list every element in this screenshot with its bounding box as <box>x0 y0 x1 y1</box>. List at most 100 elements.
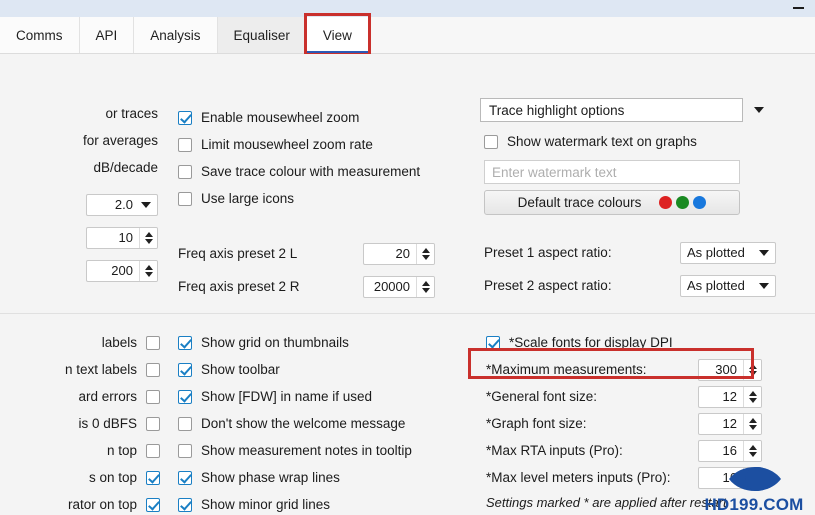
spinner-freq-axis-preset-2-r[interactable]: 20000 <box>363 275 435 298</box>
checkbox-icon-unchecked <box>146 389 160 404</box>
tab-equaliser[interactable]: Equaliser <box>217 17 307 53</box>
field-freq-axis-preset-2-l: Freq axis preset 2 L 20 <box>178 240 468 267</box>
checkbox-show-grid-on-thumbnails[interactable]: Show grid on thumbnails <box>178 329 468 356</box>
spinner-max-level-meters-inputs[interactable]: 16 <box>698 466 762 489</box>
arrow-up-icon <box>421 247 430 253</box>
checkbox-scale-fonts-for-display-dpi[interactable]: *Scale fonts for display DPI <box>480 329 810 356</box>
bottom-left-row-7[interactable]: rator on top <box>0 491 170 515</box>
checkbox-show-phase-wrap-lines[interactable]: Show phase wrap lines <box>178 464 468 491</box>
spinner-arrows-icon[interactable] <box>743 440 761 461</box>
tab-analysis-label: Analysis <box>150 27 201 43</box>
arrow-up-icon <box>748 444 757 450</box>
field-freq-axis-preset-2-r: Freq axis preset 2 R 20000 <box>178 273 468 300</box>
checkbox-icon-unchecked <box>178 416 192 431</box>
colour-swatch-red-icon <box>659 196 673 209</box>
spinner-general-font-size[interactable]: 12 <box>698 385 762 408</box>
checkbox-icon-unchecked <box>484 134 498 149</box>
arrow-up-icon <box>748 363 757 369</box>
combo-preset-1-aspect-ratio[interactable]: As plotted <box>680 241 776 264</box>
arrow-down-icon <box>748 424 757 430</box>
checkbox-icon-unchecked <box>178 137 192 152</box>
chevron-down-icon <box>759 282 769 289</box>
spinner-arrows-icon[interactable] <box>743 413 761 434</box>
checkbox-show-minor-grid-lines[interactable]: Show minor grid lines <box>178 491 468 515</box>
default-trace-colours-row: Default trace colours <box>480 190 810 215</box>
spinner-arrows-icon[interactable] <box>743 359 761 380</box>
view-settings-bottom-section: labels n text labels ard errors is 0 dBF… <box>0 313 815 515</box>
field-max-rta-inputs: *Max RTA inputs (Pro): 16 <box>480 437 810 464</box>
checkbox-icon-unchecked <box>146 335 160 350</box>
minimize-button[interactable] <box>789 1 807 15</box>
chevron-down-icon <box>141 201 151 208</box>
checkbox-enable-mousewheel-zoom[interactable]: Enable mousewheel zoom <box>178 104 468 131</box>
checkbox-show-toolbar[interactable]: Show toolbar <box>178 356 468 383</box>
combo-preset-2-aspect-ratio[interactable]: As plotted <box>680 274 776 297</box>
left-value-combo[interactable]: 2.0 <box>86 193 158 216</box>
checkbox-show-measurement-notes-in-tooltip[interactable]: Show measurement notes in tooltip <box>178 437 468 464</box>
spinner-arrows-icon[interactable] <box>743 386 761 407</box>
field-maximum-measurements: *Maximum measurements: 300 <box>480 356 810 383</box>
tab-analysis[interactable]: Analysis <box>134 17 218 53</box>
colour-swatch-blue-icon <box>693 196 707 209</box>
arrow-down-icon <box>144 238 153 244</box>
tab-comms[interactable]: Comms <box>0 17 80 53</box>
default-trace-colours-button[interactable]: Default trace colours <box>484 190 740 215</box>
spinner-arrows-icon[interactable] <box>416 276 434 297</box>
spinner-arrows-icon[interactable] <box>139 227 157 248</box>
left-spinner-1[interactable]: 10 <box>86 226 158 249</box>
trace-highlight-dropdown-row: Trace highlight options <box>480 98 810 122</box>
checkbox-show-watermark-text[interactable]: Show watermark text on graphs <box>480 128 810 155</box>
tab-bar: Comms API Analysis Equaliser View <box>0 13 815 56</box>
bottom-left-row-3[interactable]: ard errors <box>0 383 170 410</box>
spinner-arrows-icon[interactable] <box>416 243 434 264</box>
bottom-left-row-4[interactable]: is 0 dBFS <box>0 410 170 437</box>
bottom-right-column: *Scale fonts for display DPI *Maximum me… <box>480 314 810 510</box>
checkbox-use-large-icons[interactable]: Use large icons <box>178 185 468 212</box>
spinner-max-rta-inputs[interactable]: 16 <box>698 439 762 462</box>
field-preset-2-aspect-ratio: Preset 2 aspect ratio: As plotted <box>480 272 810 299</box>
checkbox-icon-checked <box>178 470 192 485</box>
checkbox-icon-unchecked <box>146 416 160 431</box>
checkbox-icon-checked <box>178 389 192 404</box>
checkbox-icon-checked <box>178 335 192 350</box>
checkbox-save-trace-colour[interactable]: Save trace colour with measurement <box>178 158 468 185</box>
top-middle-column: Enable mousewheel zoom Limit mousewheel … <box>178 54 468 300</box>
top-left-column: or traces for averages dB/decade 2.0 10 <box>0 54 170 284</box>
checkbox-limit-mousewheel-zoom-rate[interactable]: Limit mousewheel zoom rate <box>178 131 468 158</box>
arrow-down-icon <box>748 397 757 403</box>
arrow-down-icon <box>748 451 757 457</box>
arrow-down-icon <box>748 478 757 484</box>
spinner-freq-axis-preset-2-l[interactable]: 20 <box>363 242 435 265</box>
tab-api-label: API <box>95 27 118 43</box>
checkbox-icon-checked <box>486 335 500 350</box>
top-right-column: Trace highlight options Show watermark t… <box>480 54 810 299</box>
field-graph-font-size: *Graph font size: 12 <box>480 410 810 437</box>
bottom-left-row-2[interactable]: n text labels <box>0 356 170 383</box>
title-bar <box>0 0 815 17</box>
spinner-maximum-measurements[interactable]: 300 <box>698 358 762 381</box>
bottom-left-row-6[interactable]: s on top <box>0 464 170 491</box>
spinner-arrows-icon[interactable] <box>139 260 157 281</box>
bottom-left-row-1[interactable]: labels <box>0 329 170 356</box>
tab-api[interactable]: API <box>79 17 135 53</box>
checkbox-icon-checked <box>178 110 192 125</box>
tab-view[interactable]: View <box>303 13 371 56</box>
spinner-graph-font-size[interactable]: 12 <box>698 412 762 435</box>
checkbox-dont-show-welcome-message[interactable]: Don't show the welcome message <box>178 410 468 437</box>
watermark-text-input[interactable] <box>484 160 740 184</box>
arrow-up-icon <box>748 417 757 423</box>
spinner-arrows-icon[interactable] <box>743 467 761 488</box>
left-spin-row-2: 200 <box>0 257 170 284</box>
trace-highlight-dropdown-toggle[interactable] <box>743 98 767 122</box>
checkbox-icon-checked <box>178 362 192 377</box>
arrow-down-icon <box>421 287 430 293</box>
left-spinner-2[interactable]: 200 <box>86 259 158 282</box>
clipped-label-traces: or traces <box>105 106 158 121</box>
clipped-label-db-decade: dB/decade <box>93 160 158 175</box>
field-max-level-meters-inputs: *Max level meters inputs (Pro): 16 <box>480 464 810 491</box>
checkbox-icon-unchecked <box>178 191 192 206</box>
bottom-left-row-5[interactable]: n top <box>0 437 170 464</box>
trace-highlight-options-dropdown[interactable]: Trace highlight options <box>480 98 743 122</box>
checkbox-show-fdw-in-name[interactable]: Show [FDW] in name if used <box>178 383 468 410</box>
left-spin-row-1: 10 <box>0 224 170 251</box>
